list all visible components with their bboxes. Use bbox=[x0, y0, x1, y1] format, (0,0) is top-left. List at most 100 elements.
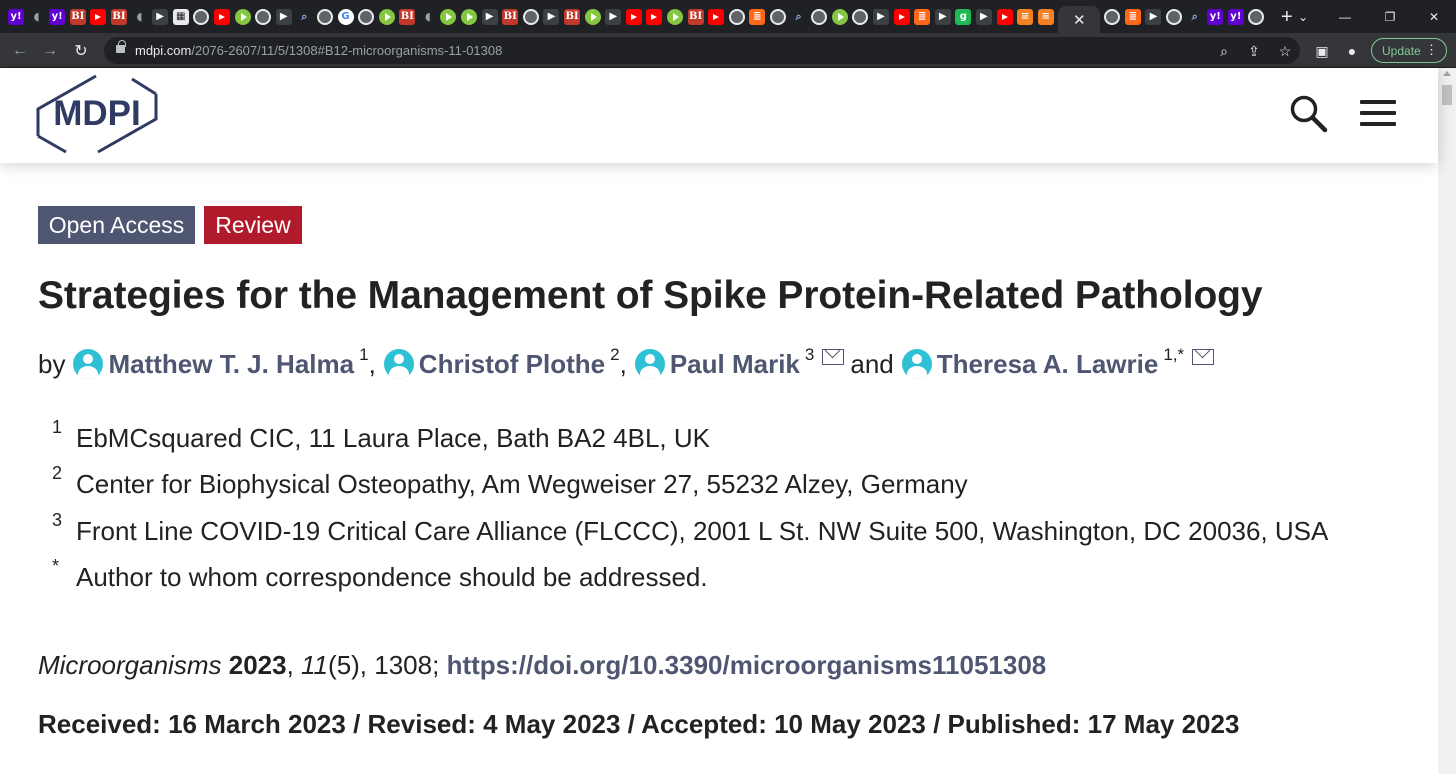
media-tab-icon[interactable]: ▶ bbox=[975, 8, 992, 25]
side-panel-icon[interactable]: ▣ bbox=[1312, 41, 1332, 61]
media-tab-icon[interactable]: ▶ bbox=[275, 8, 292, 25]
rumble-tab-icon[interactable] bbox=[584, 8, 601, 25]
globe-tab-icon[interactable] bbox=[1248, 8, 1265, 25]
author-profile-icon[interactable] bbox=[901, 349, 932, 379]
scroll-thumb[interactable] bbox=[1442, 85, 1452, 105]
open-access-badge[interactable]: Open Access bbox=[38, 206, 195, 244]
media-tab-icon[interactable]: ▶ bbox=[481, 8, 498, 25]
search-tab-icon[interactable]: ⌕ bbox=[296, 9, 312, 25]
globe-tab-icon[interactable] bbox=[193, 8, 210, 25]
globe-tab-icon[interactable] bbox=[811, 8, 828, 25]
globe-tab-icon[interactable] bbox=[358, 8, 375, 25]
rumble-tab-icon[interactable] bbox=[831, 8, 848, 25]
zoom-icon[interactable]: ⌕ bbox=[1214, 41, 1234, 61]
kebab-menu-icon[interactable]: ⋮ bbox=[1425, 42, 1438, 58]
affiliation-number: * bbox=[52, 556, 60, 576]
search-tab-icon[interactable]: ⌕ bbox=[1187, 9, 1203, 25]
mdpi-logo[interactable]: MDPI bbox=[36, 74, 162, 154]
bi-tab-icon[interactable]: BI bbox=[69, 8, 86, 25]
update-label: Update bbox=[1382, 43, 1421, 58]
bi-tab-icon[interactable]: BI bbox=[564, 8, 581, 25]
globe-tab-icon[interactable] bbox=[255, 8, 272, 25]
rumble-tab-icon[interactable] bbox=[461, 8, 478, 25]
close-window-button[interactable]: ✕ bbox=[1411, 0, 1456, 33]
bi-tab-icon[interactable]: BI bbox=[399, 8, 416, 25]
youtube-tab-icon[interactable] bbox=[213, 8, 230, 25]
media-tab-icon[interactable]: ▶ bbox=[1145, 8, 1162, 25]
email-envelope-icon[interactable] bbox=[822, 349, 845, 365]
youtube-tab-icon[interactable] bbox=[996, 8, 1013, 25]
bi-tab-icon[interactable]: BI bbox=[687, 8, 704, 25]
globe-tab-icon[interactable] bbox=[728, 8, 745, 25]
page-scrollbar[interactable] bbox=[1438, 68, 1456, 774]
globe-tab-icon[interactable] bbox=[316, 8, 333, 25]
url-path: /2076-2607/11/5/1308#B12-microorganisms-… bbox=[191, 43, 503, 58]
profile-avatar-icon[interactable]: ● bbox=[1342, 41, 1362, 61]
search-icon[interactable] bbox=[1289, 94, 1329, 134]
substack-tab-icon[interactable]: ≣ bbox=[914, 8, 931, 25]
green-tab-icon[interactable]: g bbox=[955, 8, 972, 25]
tab-search-chevron-icon[interactable]: ⌄ bbox=[1280, 0, 1326, 33]
forward-button[interactable]: → bbox=[36, 33, 64, 68]
yahoo-tab-icon[interactable]: y! bbox=[1227, 8, 1244, 25]
youtube-tab-icon[interactable] bbox=[708, 8, 725, 25]
youtube-tab-icon[interactable] bbox=[893, 8, 910, 25]
address-bar[interactable]: mdpi.com/2076-2607/11/5/1308#B12-microor… bbox=[104, 37, 1300, 64]
shield-tab-icon[interactable]: ◖ bbox=[132, 9, 148, 25]
scroll-up-arrow-icon[interactable] bbox=[1443, 71, 1451, 76]
youtube-tab-icon[interactable] bbox=[625, 8, 642, 25]
author-name-link[interactable]: Paul Marik bbox=[670, 349, 800, 380]
search-tab-icon[interactable]: ⌕ bbox=[791, 9, 807, 25]
shield-tab-icon[interactable]: ◖ bbox=[29, 9, 45, 25]
minimize-button[interactable]: — bbox=[1322, 0, 1368, 33]
share-icon[interactable]: ⇪ bbox=[1244, 41, 1264, 61]
update-button[interactable]: Update ⋮ bbox=[1371, 38, 1447, 63]
globe-tab-icon[interactable] bbox=[1104, 8, 1121, 25]
author-name-link[interactable]: Matthew T. J. Halma bbox=[108, 349, 354, 380]
yahoo-tab-icon[interactable]: y! bbox=[8, 8, 24, 25]
media-tab-icon[interactable]: ▶ bbox=[543, 8, 560, 25]
author-profile-icon[interactable] bbox=[383, 349, 414, 379]
email-envelope-icon[interactable] bbox=[1192, 349, 1215, 365]
globe-tab-icon[interactable] bbox=[1166, 8, 1183, 25]
media-tab-icon[interactable]: ▶ bbox=[872, 8, 889, 25]
rumble-tab-icon[interactable] bbox=[378, 8, 395, 25]
shield-tab-icon[interactable]: ◖ bbox=[420, 9, 436, 25]
author-list: by Matthew T. J. Halma 1, Christof Plothe 2… bbox=[38, 344, 1215, 384]
author-name-link[interactable]: Theresa A. Lawrie bbox=[937, 349, 1159, 380]
bookmark-star-icon[interactable]: ☆ bbox=[1275, 41, 1295, 61]
author-affiliation-sup: 3 bbox=[804, 345, 815, 364]
rumble-tab-icon[interactable] bbox=[667, 8, 683, 25]
image-tab-icon[interactable]: ▦ bbox=[172, 8, 189, 25]
youtube-tab-icon[interactable] bbox=[90, 8, 107, 25]
rumble-tab-icon[interactable] bbox=[234, 8, 251, 25]
doi-link[interactable]: https://doi.org/10.3390/microorganisms11… bbox=[447, 650, 1047, 680]
maximize-button[interactable]: ❐ bbox=[1367, 0, 1413, 33]
bi-tab-icon[interactable]: BI bbox=[502, 8, 519, 25]
author-name-link[interactable]: Christof Plothe bbox=[419, 349, 605, 380]
media-tab-icon[interactable]: ▶ bbox=[152, 8, 169, 25]
reload-button[interactable]: ↻ bbox=[67, 33, 95, 68]
globe-tab-icon[interactable] bbox=[522, 8, 539, 25]
bookmark-tab-icon[interactable]: ≡ bbox=[1017, 8, 1034, 25]
media-tab-icon[interactable]: ▶ bbox=[934, 8, 951, 25]
globe-tab-icon[interactable] bbox=[852, 8, 869, 25]
google-tab-icon[interactable]: G bbox=[337, 8, 354, 25]
bi-tab-icon[interactable]: BI bbox=[110, 8, 127, 25]
globe-tab-icon[interactable] bbox=[769, 8, 786, 25]
yahoo-tab-icon[interactable]: y! bbox=[1207, 8, 1224, 25]
author-profile-icon[interactable] bbox=[73, 349, 104, 379]
substack-tab-icon[interactable]: ≣ bbox=[1124, 8, 1141, 25]
review-badge[interactable]: Review bbox=[204, 206, 302, 244]
back-button[interactable]: ← bbox=[6, 33, 34, 68]
youtube-tab-icon[interactable] bbox=[646, 8, 663, 25]
substack-tab-icon[interactable]: ≣ bbox=[749, 8, 766, 25]
hamburger-menu-icon[interactable] bbox=[1360, 100, 1398, 126]
url-text[interactable]: mdpi.com/2076-2607/11/5/1308#B12-microor… bbox=[135, 43, 502, 58]
rumble-tab-icon[interactable] bbox=[440, 8, 457, 25]
author-profile-icon[interactable] bbox=[634, 349, 665, 379]
media-tab-icon[interactable]: ▶ bbox=[605, 8, 622, 25]
active-tab-close-icon[interactable]: ✕ bbox=[1058, 6, 1101, 33]
bookmark-tab-icon[interactable]: ≡ bbox=[1037, 8, 1054, 25]
yahoo-tab-icon[interactable]: y! bbox=[49, 8, 66, 25]
